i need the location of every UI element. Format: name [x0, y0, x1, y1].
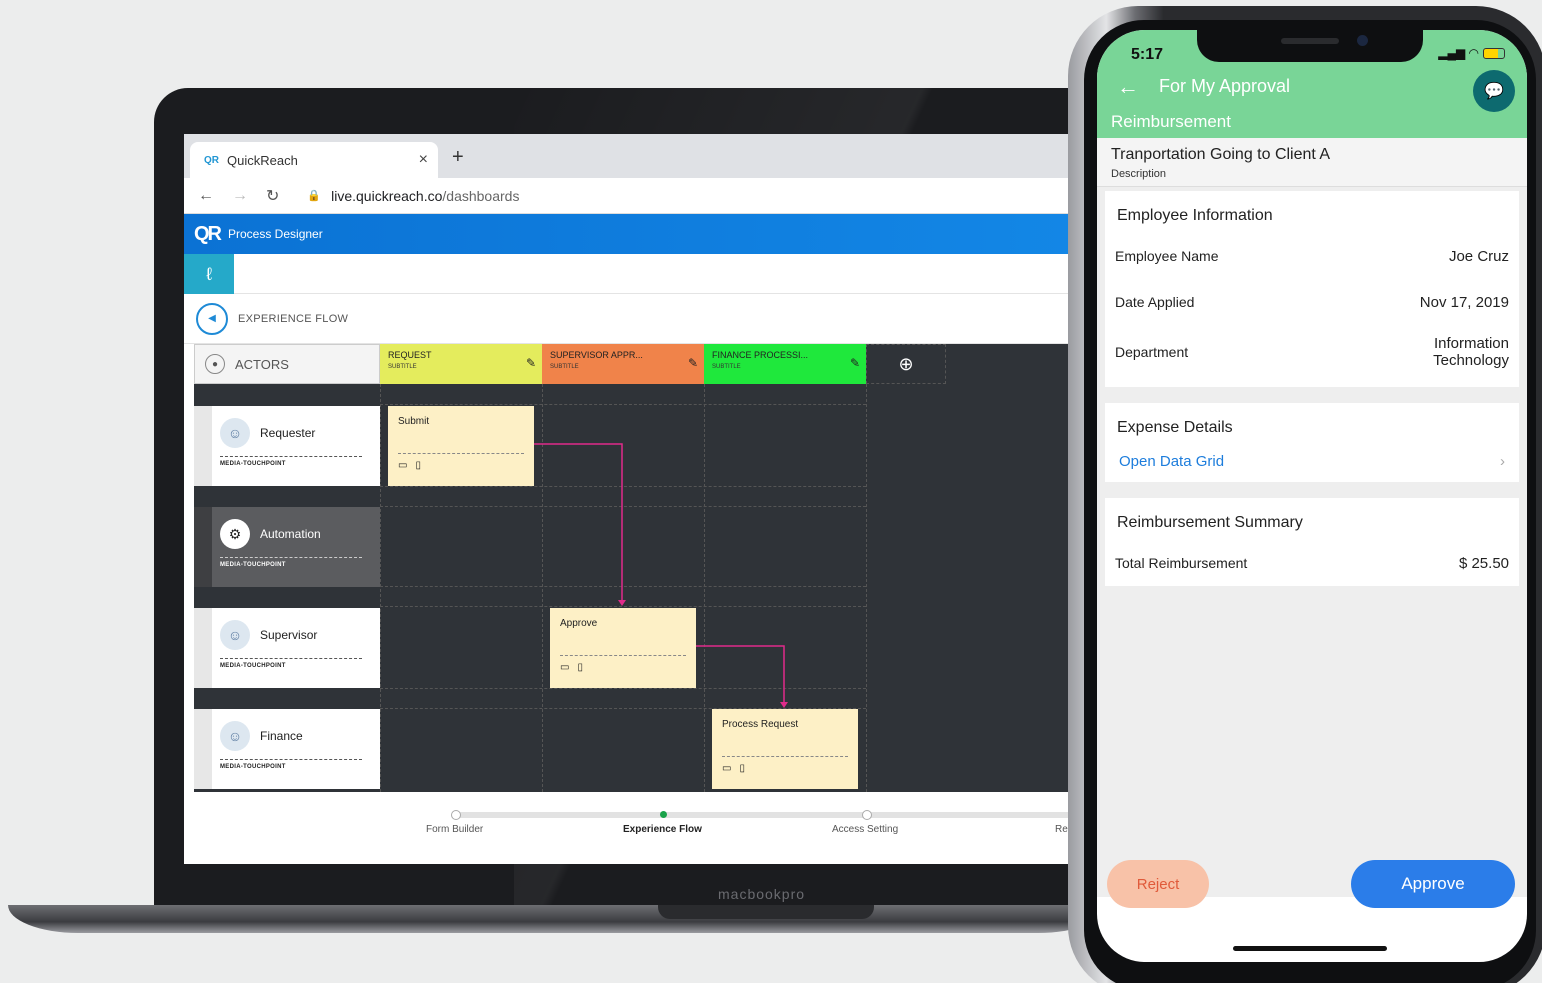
laptop-brand-label: macbookpro [718, 886, 806, 902]
step-experience-flow[interactable]: Experience Flow [623, 824, 702, 835]
address-bar: ← → ↻ 🔒 live.quickreach.co/dashboards [184, 178, 1084, 214]
step-access-setting[interactable]: Access Setting [832, 824, 898, 835]
device-icons: ▭▯ [722, 763, 753, 774]
branch-icon[interactable]: ℓ [184, 254, 234, 294]
device-icons: ▭▯ [398, 460, 429, 471]
step-label: Approve [560, 618, 598, 629]
field-employee-name: Employee Name Joe Cruz [1105, 233, 1519, 279]
flow-header: ◀ EXPERIENCE FLOW [184, 294, 1084, 344]
section-title: Reimbursement Summary [1117, 514, 1303, 531]
expense-section: Expense Details Open Data Grid › [1105, 403, 1519, 482]
field-label: Employee Name [1115, 248, 1219, 264]
step-label: Process Request [722, 719, 799, 730]
header-subtitle: Reimbursement [1111, 112, 1231, 131]
laptop-screen: QR QuickReach × + ← → ↻ 🔒 live.quickreac… [184, 134, 1084, 864]
reject-button[interactable]: Reject [1107, 860, 1209, 908]
chat-icon[interactable]: 💬 [1473, 70, 1515, 112]
new-tab-icon[interactable]: + [452, 146, 464, 169]
progress-dot[interactable] [451, 810, 461, 820]
back-arrow-icon[interactable]: ← [1117, 74, 1139, 100]
step-label: Submit [398, 416, 430, 427]
status-icons: ▂▄▆ ◠ [1438, 46, 1505, 60]
step-card-process-request[interactable]: Process Request ▭▯ [712, 709, 858, 789]
section-title: Employee Information [1117, 207, 1273, 224]
field-label: Department [1115, 344, 1189, 360]
progress-track [454, 812, 1084, 818]
field-department: Department Information Technology [1105, 325, 1519, 387]
phone-notch [1197, 30, 1423, 62]
back-arrow-icon[interactable]: ← [198, 187, 214, 205]
process-board: ● ACTORS REQUEST SUBTITLE ✎ SUPERVISOR A… [194, 344, 1084, 792]
toolbar: ℓ [184, 254, 1084, 294]
description-block: Tranportation Going to Client A Descript… [1097, 138, 1527, 187]
laptop-base [8, 905, 1108, 933]
progress-dot[interactable] [862, 810, 872, 820]
field-total-reimbursement: Total Reimbursement $ 25.50 [1105, 540, 1519, 586]
app-title: Process Designer [228, 227, 323, 241]
lock-icon: 🔒 [307, 190, 322, 202]
open-data-grid-link[interactable]: Open Data Grid › [1105, 445, 1519, 482]
app-header: QR Process Designer [184, 214, 1084, 254]
field-label: Total Reimbursement [1115, 555, 1248, 571]
field-date-applied: Date Applied Nov 17, 2019 [1105, 279, 1519, 325]
quickreach-favicon-icon: QR [204, 154, 219, 166]
phone-screen: 5:17 ▂▄▆ ◠ ← For My Approval 💬 Reimburse… [1097, 30, 1527, 962]
step-card-submit[interactable]: Submit ▭▯ [388, 406, 534, 486]
approve-button[interactable]: Approve [1351, 860, 1515, 908]
form-body: Employee Information Employee Name Joe C… [1097, 187, 1527, 897]
progress-dot-active[interactable] [660, 811, 667, 818]
action-bar: Reject Approve [1097, 860, 1527, 908]
field-value: Joe Cruz [1448, 247, 1509, 265]
description-label: Description [1111, 168, 1167, 180]
chevron-right-icon: › [1500, 453, 1505, 470]
url-field[interactable]: live.quickreach.co/dashboards [331, 188, 519, 204]
wizard-progress: Form Builder Experience Flow Access Sett… [184, 802, 1084, 864]
field-value: Information Technology [1433, 335, 1509, 369]
arrowhead-icon [780, 702, 788, 708]
description-value: Tranportation Going to Client A [1111, 146, 1331, 163]
forward-arrow-icon[interactable]: → [232, 187, 248, 205]
flow-title: EXPERIENCE FLOW [238, 312, 349, 325]
browser-tab[interactable]: QR QuickReach × [190, 142, 438, 178]
summary-section: Reimbursement Summary Total Reimbursemen… [1105, 498, 1519, 586]
quickreach-logo: QR [194, 222, 222, 245]
connector-approve-process [696, 645, 785, 706]
status-time: 5:17 [1131, 46, 1164, 63]
section-title: Expense Details [1117, 419, 1233, 436]
battery-icon [1483, 48, 1505, 60]
header-title: For My Approval [1159, 76, 1291, 96]
connector-submit-approve [534, 443, 623, 604]
link-label: Open Data Grid [1119, 453, 1225, 470]
reload-icon[interactable]: ↻ [266, 186, 279, 206]
device-icons: ▭▯ [560, 662, 591, 673]
back-circle-icon[interactable]: ◀ [196, 302, 228, 335]
tab-title: QuickReach [227, 152, 298, 168]
field-value: $ 25.50 [1458, 554, 1509, 572]
arrowhead-icon [618, 600, 626, 606]
step-card-approve[interactable]: Approve ▭▯ [550, 608, 696, 688]
step-form-builder[interactable]: Form Builder [426, 824, 483, 835]
field-label: Date Applied [1115, 294, 1195, 310]
field-value: Nov 17, 2019 [1419, 293, 1509, 311]
home-indicator [1233, 946, 1387, 951]
browser-tab-bar: QR QuickReach × + [184, 134, 1084, 178]
step-review[interactable]: Re [1055, 824, 1068, 835]
close-tab-icon[interactable]: × [419, 151, 428, 169]
employee-section: Employee Information Employee Name Joe C… [1105, 191, 1519, 387]
